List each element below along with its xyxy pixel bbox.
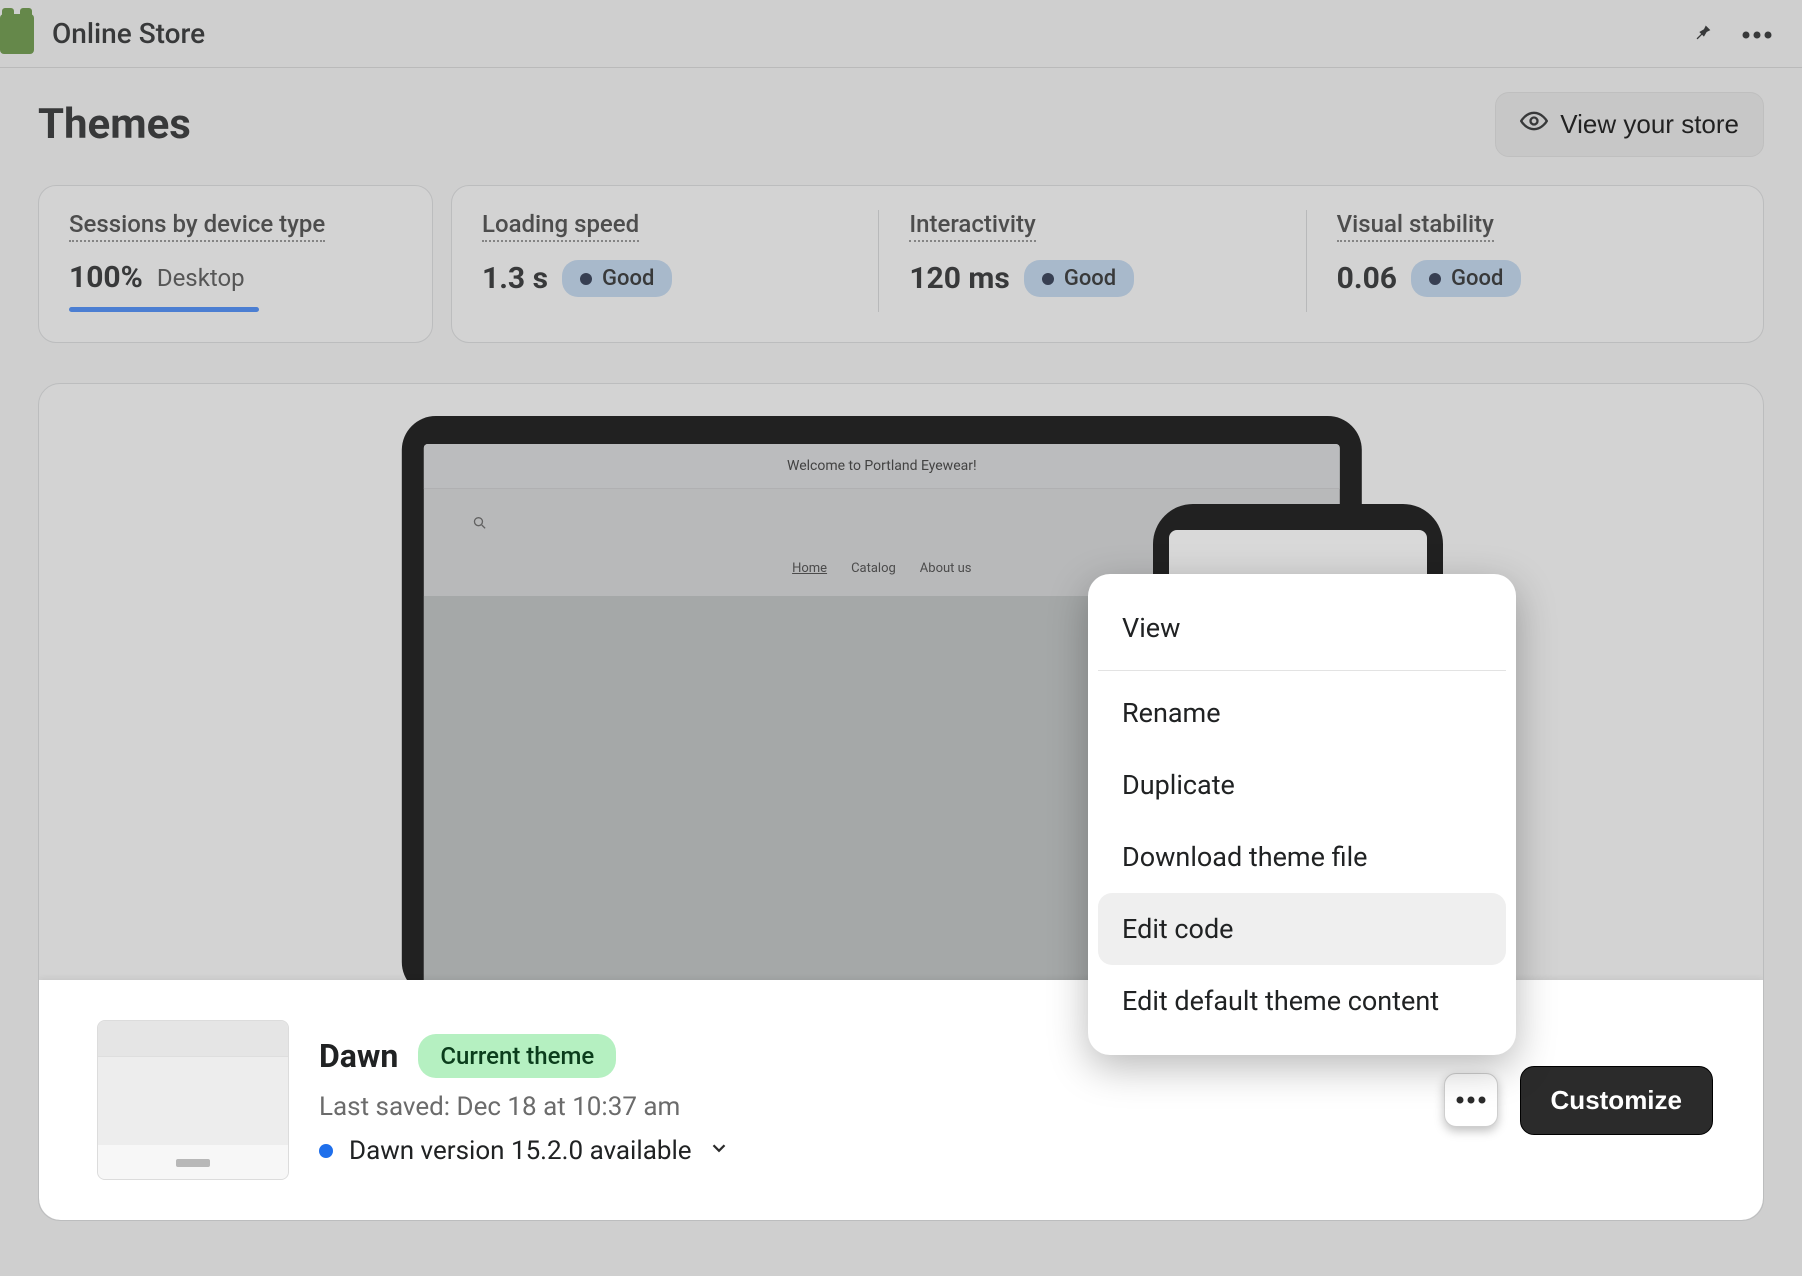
metric-loading: Loading speed 1.3 s Good <box>482 210 878 312</box>
metric-badge: Good <box>1411 260 1521 297</box>
metric-interactivity: Interactivity 120 ms Good <box>878 210 1305 312</box>
metric-card-web-vitals[interactable]: Loading speed 1.3 s Good Interactivity 1… <box>451 185 1764 343</box>
page-header: Themes View your store <box>0 68 1802 177</box>
metric-label: Interactivity <box>909 210 1035 242</box>
metric-label: Sessions by device type <box>69 210 325 242</box>
eye-icon <box>1520 107 1548 142</box>
metric-label: Visual stability <box>1337 210 1494 242</box>
theme-name: Dawn <box>319 1037 398 1075</box>
customize-button[interactable]: Customize <box>1520 1066 1713 1135</box>
metric-label: Loading speed <box>482 210 639 242</box>
view-your-store-button[interactable]: View your store <box>1495 92 1764 157</box>
metrics-row: Sessions by device type 100% Desktop Loa… <box>0 177 1802 343</box>
mock-nav-home: Home <box>792 561 827 576</box>
theme-update-available[interactable]: Dawn version 15.2.0 available <box>319 1136 730 1166</box>
customize-label: Customize <box>1551 1085 1682 1115</box>
menu-item-view[interactable]: View <box>1098 592 1506 664</box>
metric-value: 120 ms <box>909 261 1010 296</box>
search-icon <box>472 516 488 535</box>
dot-icon <box>1429 273 1441 285</box>
theme-update-label: Dawn version 15.2.0 available <box>349 1136 692 1166</box>
chevron-down-icon <box>708 1136 730 1166</box>
metric-badge: Good <box>1024 260 1134 297</box>
mock-nav-about: About us <box>920 561 972 576</box>
update-dot-icon <box>319 1144 333 1158</box>
theme-last-saved: Last saved: Dec 18 at 10:37 am <box>319 1092 730 1122</box>
menu-item-rename[interactable]: Rename <box>1098 677 1506 749</box>
theme-thumbnail[interactable] <box>97 1020 289 1180</box>
dot-icon <box>1042 273 1054 285</box>
page-title: Themes <box>38 100 191 149</box>
theme-more-actions-button[interactable] <box>1444 1073 1498 1127</box>
more-horizontal-icon[interactable] <box>1742 24 1772 43</box>
metric-sub: Desktop <box>157 264 245 292</box>
theme-actions: Customize <box>1444 1066 1713 1135</box>
view-your-store-label: View your store <box>1560 109 1739 140</box>
app-logo-icon <box>0 14 34 54</box>
theme-actions-menu: View Rename Duplicate Download theme fil… <box>1088 574 1516 1055</box>
metric-value: 100% <box>69 260 143 295</box>
metric-value: 1.3 s <box>482 261 548 296</box>
topbar-right <box>1692 19 1784 49</box>
pin-icon[interactable] <box>1692 19 1714 49</box>
app-title: Online Store <box>52 17 205 50</box>
theme-info: Dawn Current theme Last saved: Dec 18 at… <box>319 1034 730 1166</box>
mock-banner: Welcome to Portland Eyewear! <box>424 444 1340 489</box>
menu-item-download-theme-file[interactable]: Download theme file <box>1098 821 1506 893</box>
menu-item-edit-code[interactable]: Edit code <box>1098 893 1506 965</box>
metric-value: 0.06 <box>1337 261 1397 296</box>
mock-nav-catalog: Catalog <box>851 561 896 576</box>
sessions-progress-bar <box>69 307 259 312</box>
menu-separator <box>1098 670 1506 671</box>
dot-icon <box>580 273 592 285</box>
metric-badge: Good <box>562 260 672 297</box>
topbar: Online Store <box>0 0 1802 68</box>
menu-item-edit-default-theme-content[interactable]: Edit default theme content <box>1098 965 1506 1037</box>
metric-card-sessions[interactable]: Sessions by device type 100% Desktop <box>38 185 433 343</box>
topbar-left: Online Store <box>0 14 205 54</box>
metric-stability: Visual stability 0.06 Good <box>1306 210 1733 312</box>
menu-item-duplicate[interactable]: Duplicate <box>1098 749 1506 821</box>
theme-status-pill: Current theme <box>418 1034 616 1078</box>
